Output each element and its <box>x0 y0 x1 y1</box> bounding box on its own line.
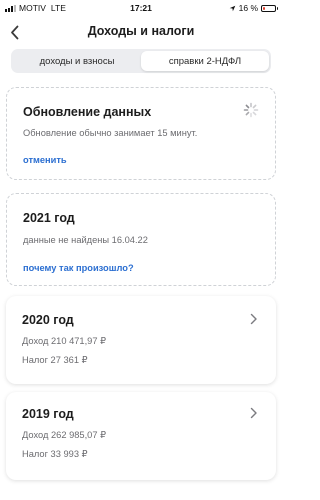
year-2021-title: 2021 год <box>23 211 75 225</box>
year-2020-card[interactable]: 2020 год Доход 210 471,97 ₽ Налог 27 361… <box>6 296 276 384</box>
nav-header: Доходы и налоги <box>0 18 282 46</box>
battery-icon <box>261 4 278 12</box>
page-title: Доходы и налоги <box>87 24 195 38</box>
location-arrow-icon <box>229 5 235 11</box>
battery-level <box>263 6 265 10</box>
year-2020-tax: Налог 27 361 ₽ <box>22 355 88 365</box>
year-2019-title: 2019 год <box>22 407 74 421</box>
tab-ndfl-certificates[interactable]: справки 2-НДФЛ <box>141 51 269 71</box>
year-2020-income: Доход 210 471,97 ₽ <box>22 336 107 346</box>
year-2019-income: Доход 262 985,07 ₽ <box>22 430 107 440</box>
year-2021-status: данные не найдены 16.04.22 <box>23 235 148 245</box>
loading-spinner-icon <box>243 102 259 118</box>
chevron-right-icon <box>250 407 257 419</box>
year-2021-card: 2021 год данные не найдены 16.04.22 поче… <box>6 193 276 286</box>
status-bar: MOTIV LTE 17:21 16 % <box>0 0 282 16</box>
year-2020-title: 2020 год <box>22 313 74 327</box>
update-title: Обновление данных <box>23 105 152 119</box>
chevron-right-icon <box>250 313 257 325</box>
why-link[interactable]: почему так произошло? <box>23 263 134 273</box>
year-2019-tax: Налог 33 993 ₽ <box>22 449 88 459</box>
segmented-control: доходы и взносы справки 2-НДФЛ <box>11 49 271 73</box>
tab-income-contributions[interactable]: доходы и взносы <box>13 51 141 71</box>
battery-percent: 16 % <box>238 3 258 13</box>
status-right: 16 % <box>229 3 278 13</box>
update-card: Обновление данных Обновление обычно зани… <box>6 87 276 180</box>
update-text: Обновление обычно занимает 15 минут. <box>23 128 198 138</box>
cancel-link[interactable]: отменить <box>23 155 67 165</box>
year-2019-card[interactable]: 2019 год Доход 262 985,07 ₽ Налог 33 993… <box>6 392 276 480</box>
screen: MOTIV LTE 17:21 16 % Доходы и налоги дох… <box>0 0 282 500</box>
